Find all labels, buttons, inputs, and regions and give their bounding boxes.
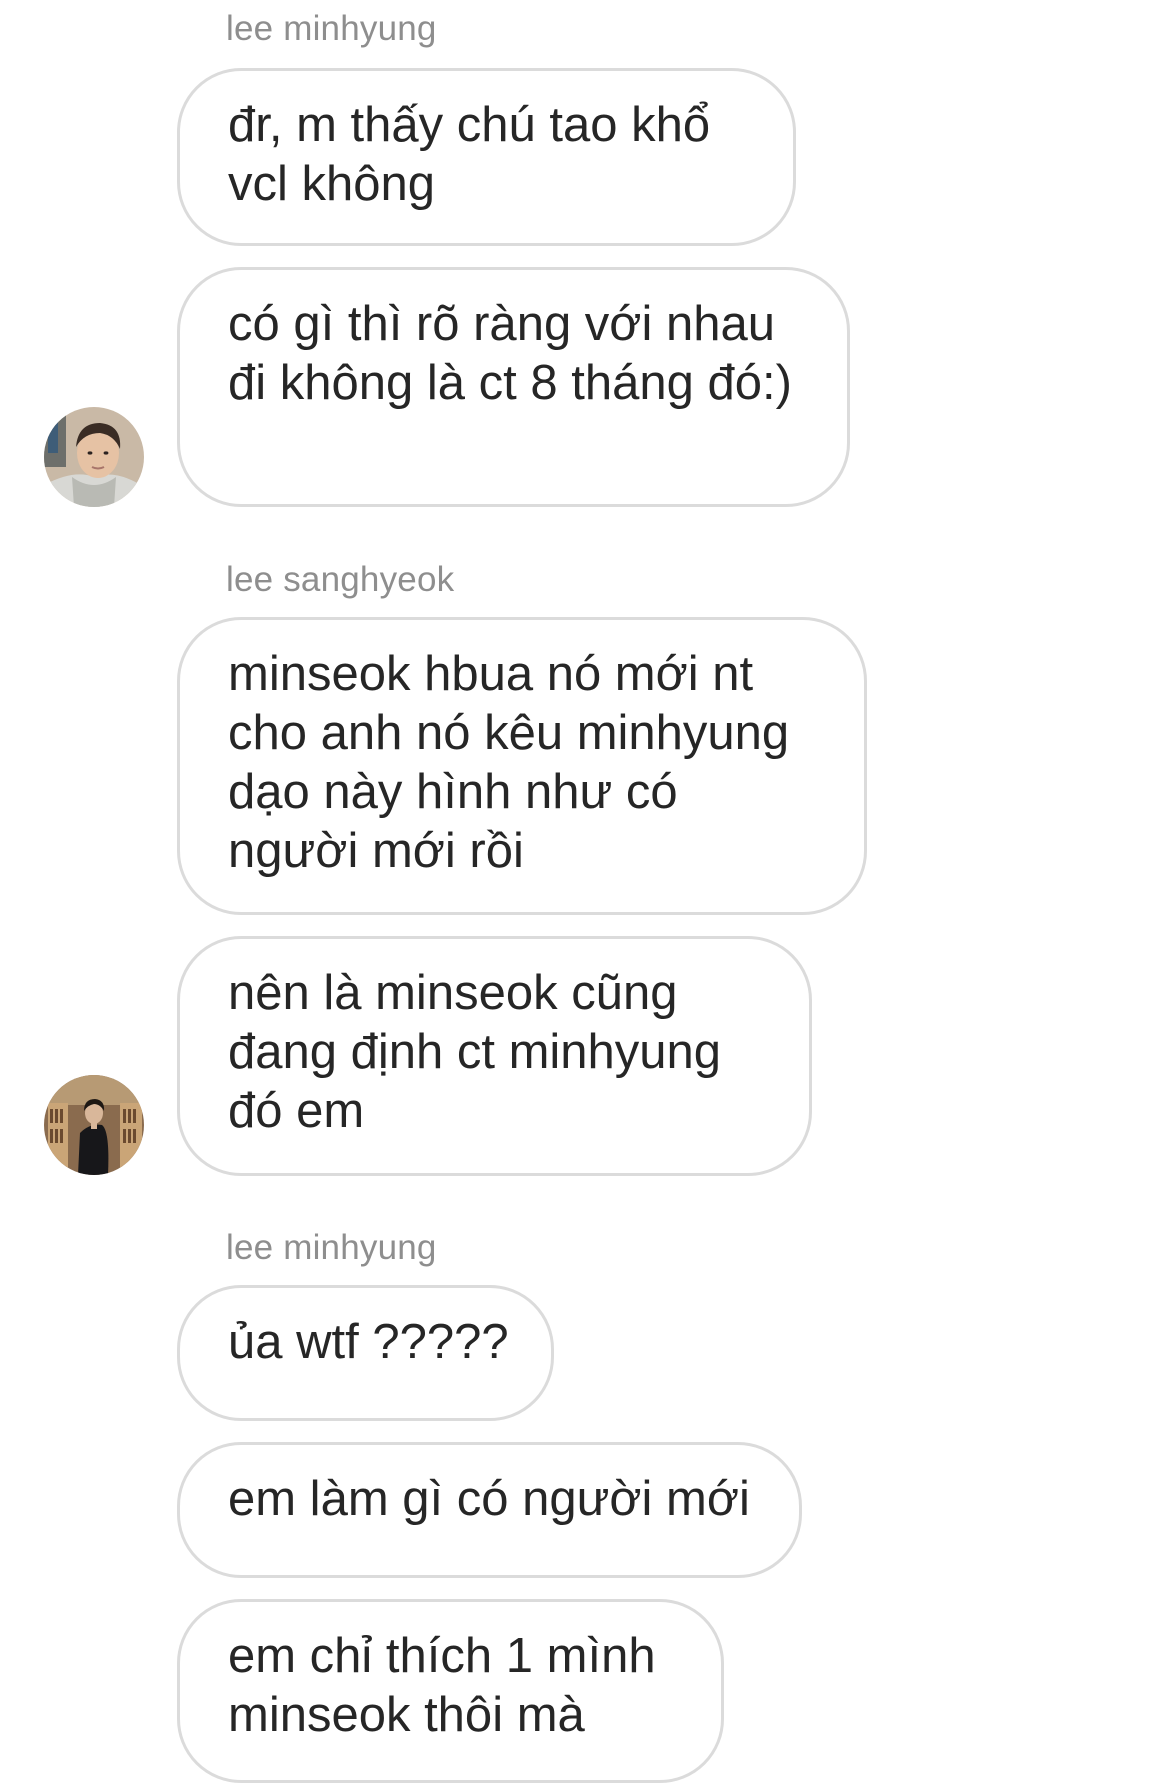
message-bubble[interactable]: em chỉ thích 1 mình minseok thôi mà xyxy=(177,1599,724,1783)
message-bubble[interactable]: có gì thì rõ ràng với nhau đi không là c… xyxy=(177,267,850,507)
message-bubble[interactable]: đr, m thấy chú tao khổ vcl không xyxy=(177,68,796,246)
message-text: em chỉ thích 1 mình minseok thôi mà xyxy=(228,1629,656,1742)
message-text: nên là minseok cũng đang định ct minhyun… xyxy=(228,966,722,1138)
avatar[interactable] xyxy=(44,1075,144,1175)
message-bubble[interactable]: ủa wtf ????? xyxy=(177,1285,554,1421)
avatar[interactable] xyxy=(44,407,144,507)
message-bubble[interactable]: minseok hbua nó mới nt cho anh nó kêu mi… xyxy=(177,617,867,915)
message-bubble[interactable]: em làm gì có người mới xyxy=(177,1442,802,1578)
sender-name: lee sanghyeok xyxy=(226,560,455,599)
message-bubble[interactable]: nên là minseok cũng đang định ct minhyun… xyxy=(177,936,812,1176)
message-text: em làm gì có người mới xyxy=(228,1472,750,1526)
sender-name: lee minhyung xyxy=(226,9,437,48)
user-avatar-sanghyeok-icon xyxy=(44,1075,144,1175)
message-text: ủa wtf ????? xyxy=(228,1315,509,1369)
message-text: đr, m thấy chú tao khổ vcl không xyxy=(228,98,711,211)
user-avatar-minhyung-icon xyxy=(44,407,144,507)
sender-name: lee minhyung xyxy=(226,1228,437,1267)
message-text: có gì thì rõ ràng với nhau đi không là c… xyxy=(228,297,792,410)
message-text: minseok hbua nó mới nt cho anh nó kêu mi… xyxy=(228,647,790,878)
